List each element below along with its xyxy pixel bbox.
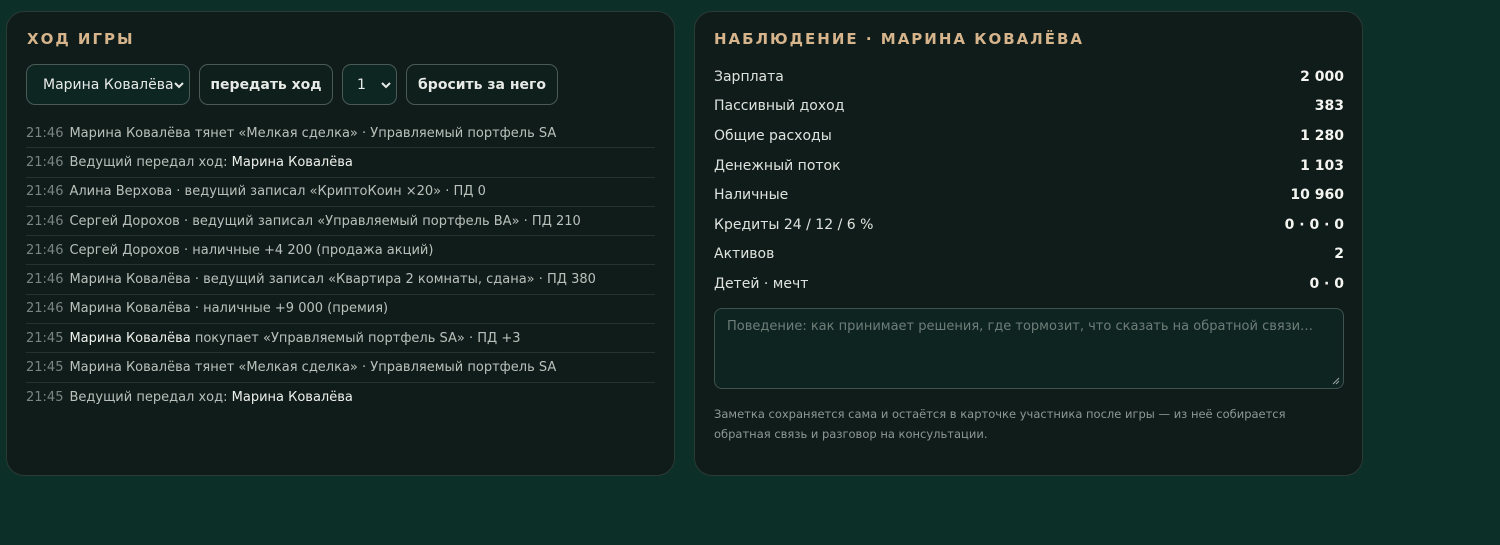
- stat-row: Кредиты 24 / 12 / 6 % 0 · 0 · 0: [714, 210, 1344, 240]
- stat-value: 2 000: [1300, 68, 1344, 85]
- chevron-down-icon: [381, 82, 391, 89]
- log-entry: 21:45 Марина Ковалёва покупает «Управляем…: [26, 324, 655, 354]
- chevron-down-icon: [174, 82, 184, 89]
- pass-turn-button[interactable]: передать ход: [199, 64, 333, 105]
- stat-row: Детей · мечт 0 · 0: [714, 269, 1344, 299]
- log-entry: 21:46 Марина Ковалёва · ведущий записал «…: [26, 265, 655, 295]
- log-entry: 21:46 Алина Верхова · ведущий записал «Кр…: [26, 178, 655, 207]
- player-select[interactable]: Марина Ковалёва: [26, 64, 190, 105]
- log-time: 21:45: [26, 389, 64, 405]
- notes-placeholder: Поведение: как принимает решения, где то…: [727, 319, 1314, 334]
- log-time: 21:46: [26, 213, 64, 229]
- stat-label: Активов: [714, 246, 775, 263]
- game-log-title: Ход игры: [27, 30, 135, 48]
- stat-label: Наличные: [714, 187, 789, 204]
- stat-value: 10 960: [1290, 187, 1344, 204]
- notes-hint: Заметка сохраняется сама и остаётся в ка…: [714, 407, 1286, 441]
- stat-value: 1 103: [1300, 157, 1344, 174]
- stat-label: Денежный поток: [714, 157, 841, 174]
- log-time: 21:46: [26, 184, 64, 200]
- log-text: Сергей Дорохов · наличные +4 200 (продаж…: [69, 242, 434, 258]
- stat-row: Пассивный доход 383: [714, 92, 1344, 122]
- stat-value: 0 · 0 · 0: [1284, 216, 1344, 233]
- observation-notes-field[interactable]: Поведение: как принимает решения, где то…: [714, 308, 1344, 389]
- log-time: 21:46: [26, 125, 64, 141]
- stat-value: 2: [1334, 246, 1344, 263]
- log-entry: 21:45 Ведущий передал ход: Марина Ковалёв…: [26, 383, 655, 412]
- dice-select-value: 1: [357, 76, 366, 93]
- log-text: Ведущий передал ход:: [69, 389, 232, 405]
- log-player-name: Марина Ковалёва: [231, 389, 353, 405]
- stat-label: Зарплата: [714, 68, 784, 85]
- dice-select[interactable]: 1: [342, 64, 397, 105]
- log-time: 21:45: [26, 330, 64, 346]
- log-entry: 21:45 Марина Ковалёва тянет «Мелкая сделк…: [26, 353, 655, 383]
- log-entry: 21:46 Сергей Дорохов · ведущий записал «У…: [26, 207, 655, 237]
- stat-row: Денежный поток 1 103: [714, 151, 1344, 181]
- log-time: 21:45: [26, 360, 64, 376]
- player-stats: Зарплата 2 000 Пассивный доход 383 Общие рас…: [714, 62, 1344, 299]
- observation-title: Наблюдение · Марина Ковалёва: [714, 30, 1085, 48]
- stat-row: Зарплата 2 000: [714, 62, 1344, 92]
- stat-value: 383: [1314, 98, 1344, 115]
- stat-row: Наличные 10 960: [714, 180, 1344, 210]
- log-text: Марина Ковалёва тянет «Мелкая сделка» · …: [69, 360, 557, 376]
- log-text: Марина Ковалёва тянет «Мелкая сделка» · …: [69, 125, 557, 141]
- log-time: 21:46: [26, 272, 64, 288]
- stat-label: Кредиты 24 / 12 / 6 %: [714, 216, 874, 233]
- log-player-name: Марина Ковалёва: [69, 330, 191, 346]
- log-time: 21:46: [26, 242, 64, 258]
- log-entry: 21:46 Марина Ковалёва тянет «Мелкая сделк…: [26, 119, 655, 149]
- resize-grip-icon[interactable]: [1332, 377, 1340, 385]
- roll-for-player-button[interactable]: бросить за него: [406, 64, 558, 105]
- log-entry: 21:46 Ведущий передал ход: Марина Ковалёв…: [26, 148, 655, 178]
- log-time: 21:46: [26, 154, 64, 170]
- stat-value: 0 · 0: [1309, 275, 1344, 292]
- stat-row: Активов 2: [714, 240, 1344, 270]
- log-text: Марина Ковалёва · наличные +9 000 (преми…: [69, 301, 389, 317]
- log-text: покупает «Управляемый портфель SA» · ПД …: [190, 330, 521, 346]
- log-text: Марина Ковалёва · ведущий записал «Кварт…: [69, 272, 596, 288]
- log-text: Сергей Дорохов · ведущий записал «Управл…: [69, 213, 581, 229]
- log-text: Алина Верхова · ведущий записал «КриптоК…: [69, 184, 486, 200]
- log-player-name: Марина Ковалёва: [231, 154, 353, 170]
- game-log-list: 21:46 Марина Ковалёва тянет «Мелкая сделк…: [26, 119, 655, 412]
- stat-label: Пассивный доход: [714, 98, 845, 115]
- stat-label: Детей · мечт: [714, 275, 809, 292]
- log-entry: 21:46 Сергей Дорохов · наличные +4 200 (п…: [26, 236, 655, 266]
- log-entry: 21:46 Марина Ковалёва · наличные +9 000 (…: [26, 295, 655, 325]
- stat-value: 1 280: [1300, 127, 1344, 144]
- player-select-value: Марина Ковалёва: [43, 76, 174, 93]
- stat-label: Общие расходы: [714, 127, 832, 144]
- observation-panel: Наблюдение · Марина Ковалёва Зарплата 2 0…: [694, 11, 1363, 476]
- log-time: 21:46: [26, 301, 64, 317]
- stat-row: Общие расходы 1 280: [714, 121, 1344, 151]
- log-text: Ведущий передал ход:: [69, 154, 232, 170]
- game-log-panel: Ход игры Марина Ковалёва передать ход 1 …: [6, 11, 675, 476]
